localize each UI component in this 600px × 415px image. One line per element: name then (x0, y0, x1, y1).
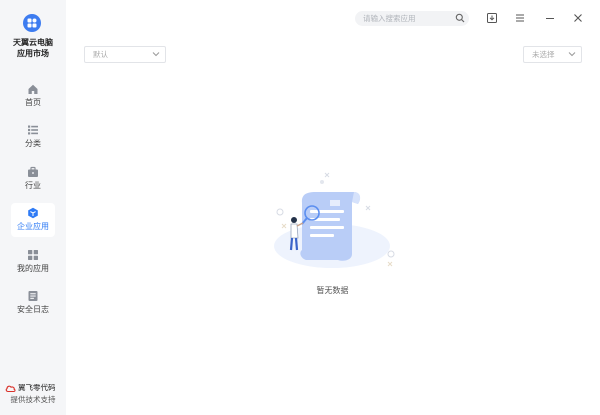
chevron-down-icon (152, 52, 160, 57)
brand-footer: 翼飞零代码 提供技术支持 (0, 381, 66, 411)
minimize-icon[interactable] (544, 12, 556, 24)
app-title-line1: 天翼云电脑 (13, 38, 53, 47)
empty-state-text: 暂无数据 (316, 286, 349, 295)
sidebar-item-enterprise-apps[interactable]: 企业应用 (11, 203, 55, 237)
sidebar-item-label: 安全日志 (17, 305, 49, 314)
sidebar-item-label: 行业 (25, 181, 41, 190)
sidebar-item-my-apps[interactable]: 我的应用 (11, 245, 55, 279)
close-icon[interactable] (572, 12, 584, 24)
sidebar-item-home[interactable]: 首页 (11, 79, 55, 113)
brand-cloud-icon (5, 385, 16, 393)
brand-tagline: 提供技术支持 (10, 395, 56, 404)
app-title-line2: 应用市场 (17, 49, 49, 58)
chevron-down-icon (568, 52, 576, 57)
search-icon[interactable] (455, 13, 465, 23)
filter-select[interactable]: 未选择 (523, 46, 582, 63)
sidebar-item-industry[interactable]: 行业 (11, 162, 55, 196)
sidebar-item-label: 首页 (25, 98, 41, 107)
sidebar-item-label: 分类 (25, 139, 41, 148)
brand-name: 翼飞零代码 (18, 383, 56, 392)
sidebar-item-security-log[interactable]: 安全日志 (11, 286, 55, 320)
briefcase-icon (28, 166, 38, 177)
sort-select[interactable]: 默认 (84, 46, 166, 63)
app-logo-icon (23, 14, 41, 32)
enterprise-cube-icon (28, 207, 38, 219)
sidebar-item-label: 我的应用 (17, 264, 49, 273)
search-placeholder: 请输入搜索应用 (363, 14, 416, 23)
filter-select-value: 未选择 (532, 50, 555, 59)
sidebar: 天翼云电脑 应用市场 首页 分类 行业 企业应用 我的应用 安全日志 翼飞零代码… (0, 0, 66, 415)
search-bar[interactable]: 请输入搜索应用 (355, 11, 469, 26)
download-icon[interactable] (486, 12, 498, 24)
app-title: 天翼云电脑 应用市场 (0, 37, 66, 59)
menu-icon[interactable] (514, 12, 526, 24)
log-icon (28, 291, 38, 301)
home-icon (28, 84, 38, 94)
category-icon (28, 125, 38, 135)
grid-icon (28, 250, 38, 260)
sort-select-value: 默认 (93, 50, 108, 59)
empty-state-illustration (274, 172, 395, 268)
sidebar-item-label: 企业应用 (17, 222, 49, 231)
brand-row: 翼飞零代码 (5, 382, 63, 394)
sidebar-item-category[interactable]: 分类 (11, 120, 55, 154)
